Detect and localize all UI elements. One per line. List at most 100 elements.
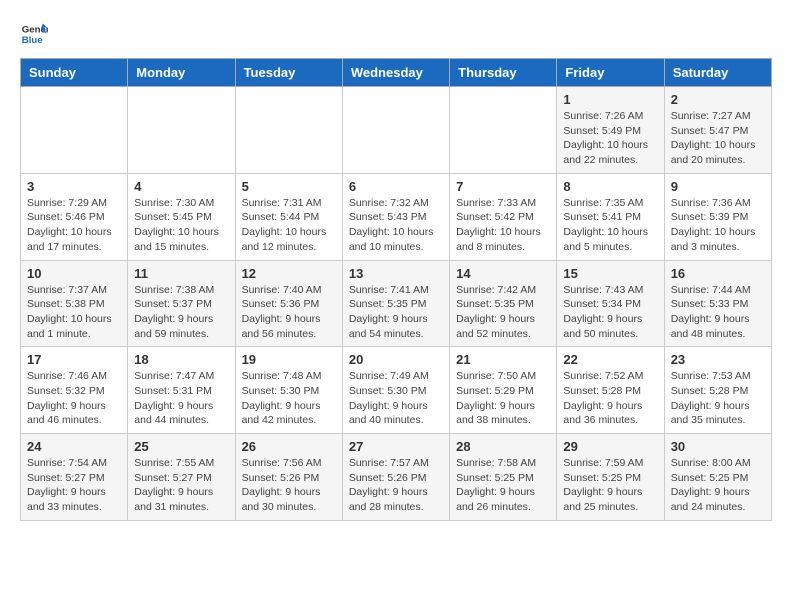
calendar-cell: 26 Sunrise: 7:56 AM Sunset: 5:26 PM Dayli… (235, 434, 342, 521)
calendar-cell (235, 87, 342, 174)
day-number: 13 (349, 266, 443, 281)
calendar-cell: 22 Sunrise: 7:52 AM Sunset: 5:28 PM Dayli… (557, 347, 664, 434)
day-info: Sunrise: 7:50 AM Sunset: 5:29 PM Dayligh… (456, 369, 550, 428)
day-number: 6 (349, 179, 443, 194)
day-number: 21 (456, 352, 550, 367)
day-info: Sunrise: 7:38 AM Sunset: 5:37 PM Dayligh… (134, 283, 228, 342)
day-info: Sunrise: 7:52 AM Sunset: 5:28 PM Dayligh… (563, 369, 657, 428)
day-info: Sunrise: 7:35 AM Sunset: 5:41 PM Dayligh… (563, 196, 657, 255)
calendar-cell: 19 Sunrise: 7:48 AM Sunset: 5:30 PM Dayli… (235, 347, 342, 434)
calendar-cell: 27Sunrise: 7:57 AM Sunset: 5:26 PM Dayli… (342, 434, 449, 521)
calendar-cell: 2Sunrise: 7:27 AM Sunset: 5:47 PM Daylig… (664, 87, 771, 174)
svg-text:Blue: Blue (22, 35, 43, 46)
calendar-cell (342, 87, 449, 174)
page-header: General Blue (20, 20, 772, 48)
weekday-header-tuesday: Tuesday (235, 59, 342, 87)
calendar-cell: 5Sunrise: 7:31 AM Sunset: 5:44 PM Daylig… (235, 173, 342, 260)
logo-icon: General Blue (20, 20, 48, 48)
day-info: Sunrise: 7:48 AM Sunset: 5:30 PM Dayligh… (242, 369, 336, 428)
weekday-header-wednesday: Wednesday (342, 59, 449, 87)
day-info: Sunrise: 7:47 AM Sunset: 5:31 PM Dayligh… (134, 369, 228, 428)
day-info: Sunrise: 7:49 AM Sunset: 5:30 PM Dayligh… (349, 369, 443, 428)
calendar-cell: 25Sunrise: 7:55 AM Sunset: 5:27 PM Dayli… (128, 434, 235, 521)
day-number: 1 (563, 92, 657, 107)
calendar-cell: 30 Sunrise: 8:00 AM Sunset: 5:25 PM Dayli… (664, 434, 771, 521)
day-info: Sunrise: 7:42 AM Sunset: 5:35 PM Dayligh… (456, 283, 550, 342)
day-info: Sunrise: 7:41 AM Sunset: 5:35 PM Dayligh… (349, 283, 443, 342)
calendar-week-row: 24Sunrise: 7:54 AM Sunset: 5:27 PM Dayli… (21, 434, 772, 521)
logo: General Blue (20, 20, 48, 48)
day-info: Sunrise: 7:26 AM Sunset: 5:49 PM Dayligh… (563, 109, 657, 168)
day-info: Sunrise: 7:30 AM Sunset: 5:45 PM Dayligh… (134, 196, 228, 255)
day-number: 7 (456, 179, 550, 194)
calendar-cell: 1 Sunrise: 7:26 AM Sunset: 5:49 PM Daylig… (557, 87, 664, 174)
calendar-table: SundayMondayTuesdayWednesdayThursdayFrid… (20, 58, 772, 521)
day-number: 16 (671, 266, 765, 281)
calendar-cell: 29 Sunrise: 7:59 AM Sunset: 5:25 PM Dayli… (557, 434, 664, 521)
day-info: Sunrise: 7:59 AM Sunset: 5:25 PM Dayligh… (563, 456, 657, 515)
day-number: 29 (563, 439, 657, 454)
day-info: Sunrise: 7:33 AM Sunset: 5:42 PM Dayligh… (456, 196, 550, 255)
calendar-cell: 20 Sunrise: 7:49 AM Sunset: 5:30 PM Dayli… (342, 347, 449, 434)
day-number: 30 (671, 439, 765, 454)
day-info: Sunrise: 8:00 AM Sunset: 5:25 PM Dayligh… (671, 456, 765, 515)
calendar-week-row: 1 Sunrise: 7:26 AM Sunset: 5:49 PM Daylig… (21, 87, 772, 174)
day-number: 17 (27, 352, 121, 367)
calendar-cell: 11 Sunrise: 7:38 AM Sunset: 5:37 PM Dayli… (128, 260, 235, 347)
weekday-header-thursday: Thursday (450, 59, 557, 87)
day-info: Sunrise: 7:36 AM Sunset: 5:39 PM Dayligh… (671, 196, 765, 255)
day-number: 18 (134, 352, 228, 367)
calendar-cell: 17 Sunrise: 7:46 AM Sunset: 5:32 PM Dayli… (21, 347, 128, 434)
day-number: 4 (134, 179, 228, 194)
calendar-cell: 24Sunrise: 7:54 AM Sunset: 5:27 PM Dayli… (21, 434, 128, 521)
day-info: Sunrise: 7:43 AM Sunset: 5:34 PM Dayligh… (563, 283, 657, 342)
day-number: 20 (349, 352, 443, 367)
day-number: 3 (27, 179, 121, 194)
calendar-cell: 14 Sunrise: 7:42 AM Sunset: 5:35 PM Dayli… (450, 260, 557, 347)
calendar-cell (128, 87, 235, 174)
day-info: Sunrise: 7:44 AM Sunset: 5:33 PM Dayligh… (671, 283, 765, 342)
day-info: Sunrise: 7:31 AM Sunset: 5:44 PM Dayligh… (242, 196, 336, 255)
calendar-week-row: 3 Sunrise: 7:29 AM Sunset: 5:46 PM Daylig… (21, 173, 772, 260)
day-info: Sunrise: 7:29 AM Sunset: 5:46 PM Dayligh… (27, 196, 121, 255)
calendar-cell: 3 Sunrise: 7:29 AM Sunset: 5:46 PM Daylig… (21, 173, 128, 260)
day-number: 8 (563, 179, 657, 194)
calendar-week-row: 17 Sunrise: 7:46 AM Sunset: 5:32 PM Dayli… (21, 347, 772, 434)
calendar-cell: 10 Sunrise: 7:37 AM Sunset: 5:38 PM Dayli… (21, 260, 128, 347)
calendar-cell: 28Sunrise: 7:58 AM Sunset: 5:25 PM Dayli… (450, 434, 557, 521)
day-number: 27 (349, 439, 443, 454)
day-number: 26 (242, 439, 336, 454)
day-number: 9 (671, 179, 765, 194)
calendar-cell: 12 Sunrise: 7:40 AM Sunset: 5:36 PM Dayli… (235, 260, 342, 347)
calendar-cell: 8 Sunrise: 7:35 AM Sunset: 5:41 PM Daylig… (557, 173, 664, 260)
day-number: 2 (671, 92, 765, 107)
day-number: 10 (27, 266, 121, 281)
weekday-header-saturday: Saturday (664, 59, 771, 87)
day-info: Sunrise: 7:54 AM Sunset: 5:27 PM Dayligh… (27, 456, 121, 515)
day-info: Sunrise: 7:37 AM Sunset: 5:38 PM Dayligh… (27, 283, 121, 342)
calendar-week-row: 10 Sunrise: 7:37 AM Sunset: 5:38 PM Dayli… (21, 260, 772, 347)
day-number: 14 (456, 266, 550, 281)
calendar-cell: 6 Sunrise: 7:32 AM Sunset: 5:43 PM Daylig… (342, 173, 449, 260)
calendar-cell: 16 Sunrise: 7:44 AM Sunset: 5:33 PM Dayli… (664, 260, 771, 347)
day-number: 15 (563, 266, 657, 281)
day-number: 19 (242, 352, 336, 367)
calendar-cell: 13 Sunrise: 7:41 AM Sunset: 5:35 PM Dayli… (342, 260, 449, 347)
calendar-cell: 21 Sunrise: 7:50 AM Sunset: 5:29 PM Dayli… (450, 347, 557, 434)
day-number: 12 (242, 266, 336, 281)
weekday-header-row: SundayMondayTuesdayWednesdayThursdayFrid… (21, 59, 772, 87)
calendar-cell: 18 Sunrise: 7:47 AM Sunset: 5:31 PM Dayli… (128, 347, 235, 434)
day-number: 22 (563, 352, 657, 367)
day-number: 25 (134, 439, 228, 454)
calendar-cell: 4 Sunrise: 7:30 AM Sunset: 5:45 PM Daylig… (128, 173, 235, 260)
day-info: Sunrise: 7:40 AM Sunset: 5:36 PM Dayligh… (242, 283, 336, 342)
day-info: Sunrise: 7:32 AM Sunset: 5:43 PM Dayligh… (349, 196, 443, 255)
day-info: Sunrise: 7:56 AM Sunset: 5:26 PM Dayligh… (242, 456, 336, 515)
weekday-header-monday: Monday (128, 59, 235, 87)
calendar-cell: 7 Sunrise: 7:33 AM Sunset: 5:42 PM Daylig… (450, 173, 557, 260)
calendar-cell: 23Sunrise: 7:53 AM Sunset: 5:28 PM Dayli… (664, 347, 771, 434)
calendar-cell: 9 Sunrise: 7:36 AM Sunset: 5:39 PM Daylig… (664, 173, 771, 260)
day-info: Sunrise: 7:53 AM Sunset: 5:28 PM Dayligh… (671, 369, 765, 428)
day-number: 11 (134, 266, 228, 281)
day-info: Sunrise: 7:46 AM Sunset: 5:32 PM Dayligh… (27, 369, 121, 428)
